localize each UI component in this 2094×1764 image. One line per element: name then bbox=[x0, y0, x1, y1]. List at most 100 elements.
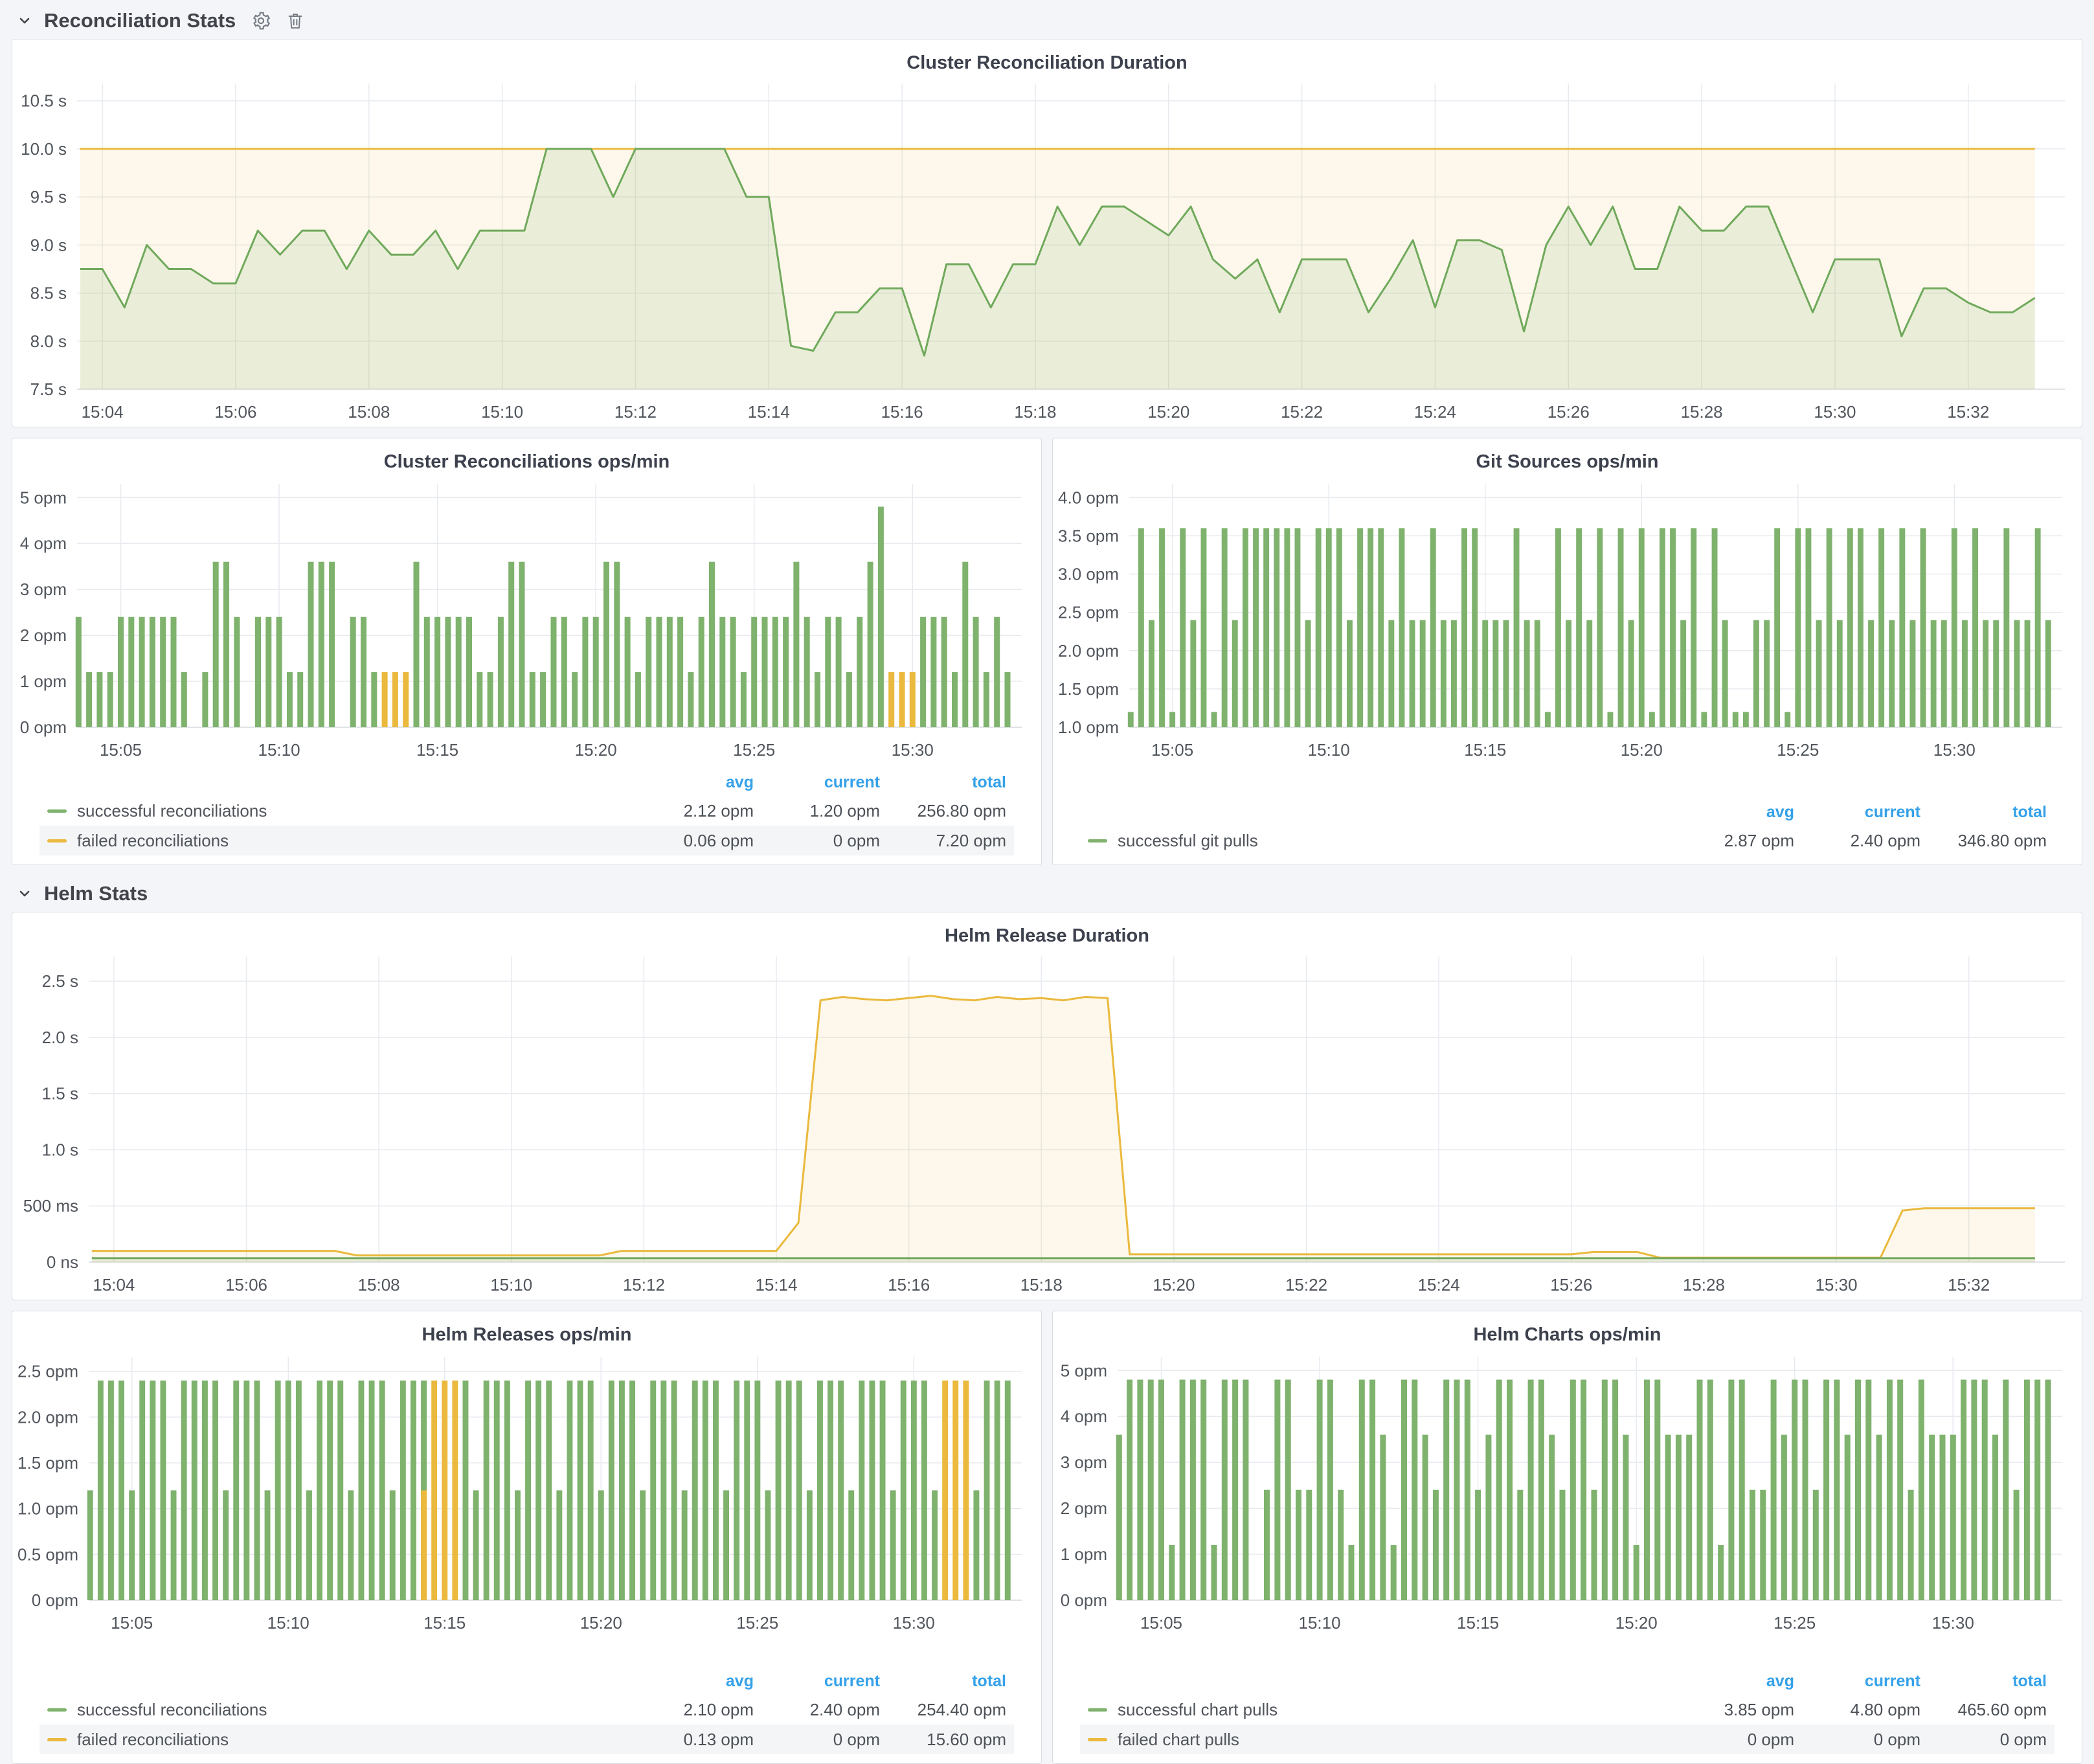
time-series-plot[interactable]: 15:0415:0615:0815:1015:1215:1415:1615:18… bbox=[12, 76, 2082, 427]
legend-series-label[interactable]: failed reconciliations bbox=[77, 1730, 229, 1750]
svg-text:7.5 s: 7.5 s bbox=[30, 379, 67, 399]
panel-title[interactable]: Helm Release Duration bbox=[12, 912, 2082, 949]
svg-text:1.5 opm: 1.5 opm bbox=[1058, 679, 1119, 699]
legend-sort-total[interactable]: total bbox=[1920, 803, 2047, 822]
legend-series-label[interactable]: successful reconciliations bbox=[77, 801, 267, 821]
panel-title[interactable]: Git Sources ops/min bbox=[1053, 438, 2082, 475]
legend-row: successful chart pulls3.85 opm4.80 opm46… bbox=[1080, 1695, 2055, 1724]
svg-text:15:15: 15:15 bbox=[1464, 740, 1506, 760]
svg-text:15:15: 15:15 bbox=[423, 1613, 466, 1633]
series-color-marker bbox=[47, 1738, 67, 1741]
svg-text:1 opm: 1 opm bbox=[1061, 1544, 1107, 1564]
legend: avgcurrenttotalsuccessful chart pulls3.8… bbox=[1080, 1668, 2055, 1763]
svg-text:15:10: 15:10 bbox=[267, 1613, 310, 1633]
series-color-marker bbox=[47, 839, 67, 842]
svg-text:15:20: 15:20 bbox=[575, 740, 617, 760]
svg-text:15:06: 15:06 bbox=[225, 1275, 267, 1295]
panel-cluster-reconciliations-opm: Cluster Reconciliations ops/min 15:0515:… bbox=[12, 438, 1042, 865]
legend-sort-total[interactable]: total bbox=[880, 773, 1006, 792]
svg-text:15:06: 15:06 bbox=[214, 402, 256, 422]
svg-text:15:12: 15:12 bbox=[623, 1275, 665, 1295]
legend-stat-value: 465.60 opm bbox=[1920, 1700, 2047, 1720]
svg-text:15:28: 15:28 bbox=[1681, 402, 1723, 422]
legend-stat-value: 346.80 opm bbox=[1920, 831, 2047, 851]
series-color-marker bbox=[47, 1708, 67, 1712]
svg-text:0 opm: 0 opm bbox=[1061, 1590, 1107, 1610]
legend-series-label[interactable]: successful git pulls bbox=[1118, 831, 1258, 851]
svg-text:15:10: 15:10 bbox=[258, 740, 300, 760]
legend-sort-current[interactable]: current bbox=[754, 1672, 880, 1691]
legend-stat-value: 254.40 opm bbox=[880, 1700, 1006, 1720]
svg-text:5 opm: 5 opm bbox=[1061, 1361, 1107, 1380]
svg-text:15:12: 15:12 bbox=[614, 402, 657, 422]
legend-row: failed reconciliations0.06 opm0 opm7.20 … bbox=[39, 826, 1014, 855]
legend-series-label[interactable]: successful reconciliations bbox=[77, 1700, 267, 1720]
svg-text:2.5 opm: 2.5 opm bbox=[17, 1362, 78, 1381]
gear-icon[interactable] bbox=[251, 11, 271, 30]
legend-sort-current[interactable]: current bbox=[1794, 1672, 1920, 1691]
legend-series-label[interactable]: failed reconciliations bbox=[77, 831, 229, 851]
svg-text:15:25: 15:25 bbox=[733, 740, 775, 760]
legend-sort-avg[interactable]: avg bbox=[1668, 1672, 1794, 1691]
legend-stat-value: 7.20 opm bbox=[880, 831, 1006, 851]
time-series-plot[interactable]: 15:0415:0615:0815:1015:1215:1415:1615:18… bbox=[12, 949, 2082, 1300]
legend-sort-current[interactable]: current bbox=[1794, 803, 1920, 822]
svg-text:15:18: 15:18 bbox=[1014, 402, 1056, 422]
section-header-helm-stats[interactable]: Helm Stats bbox=[12, 873, 2082, 912]
legend-header-row: avgcurrenttotal bbox=[39, 769, 1014, 796]
svg-text:2.5 opm: 2.5 opm bbox=[1058, 603, 1119, 622]
legend-stat-value: 2.40 opm bbox=[754, 1700, 880, 1720]
legend-stat-value: 2.87 opm bbox=[1668, 831, 1794, 851]
svg-text:3 opm: 3 opm bbox=[1061, 1453, 1107, 1472]
svg-text:15:20: 15:20 bbox=[1147, 402, 1189, 422]
legend-sort-total[interactable]: total bbox=[1920, 1672, 2047, 1691]
panel-title[interactable]: Cluster Reconciliations ops/min bbox=[12, 438, 1041, 475]
legend: avgcurrenttotal successful reconciliation… bbox=[39, 1668, 1014, 1763]
svg-text:15:16: 15:16 bbox=[888, 1275, 930, 1295]
legend-stat-value: 4.80 opm bbox=[1794, 1700, 1920, 1720]
svg-text:15:05: 15:05 bbox=[1151, 740, 1193, 760]
legend-header-row: avgcurrenttotal bbox=[1080, 1668, 2055, 1695]
panel-cluster-reconciliation-duration: Cluster Reconciliation Duration 15:0415:… bbox=[12, 39, 2082, 427]
svg-text:15:10: 15:10 bbox=[481, 402, 523, 422]
series-color-marker bbox=[1088, 1738, 1107, 1741]
bar-chart-plot[interactable]: 15:0515:1015:1515:2015:2515:301.0 opm1.5… bbox=[1053, 475, 2082, 763]
legend-sort-avg[interactable]: avg bbox=[1668, 803, 1794, 822]
panel-title[interactable]: Helm Releases ops/min bbox=[12, 1311, 1041, 1348]
svg-text:15:18: 15:18 bbox=[1020, 1275, 1063, 1295]
legend-series-label[interactable]: failed chart pulls bbox=[1118, 1730, 1239, 1750]
svg-text:15:25: 15:25 bbox=[1773, 1613, 1816, 1633]
chart-canvas: 15:0515:1015:1515:2015:2515:300 opm1 opm… bbox=[12, 475, 1041, 763]
legend-row: successful reconciliations2.10 opm2.40 o… bbox=[39, 1695, 1014, 1724]
bar-chart-plot[interactable]: 15:0515:1015:1515:2015:2515:300 opm1 opm… bbox=[1053, 1348, 2082, 1636]
legend: avgcurrenttotal successful git pulls 2.87 … bbox=[1080, 798, 2055, 865]
svg-text:15:10: 15:10 bbox=[490, 1275, 532, 1295]
svg-text:15:10: 15:10 bbox=[1299, 1613, 1341, 1633]
svg-text:15:30: 15:30 bbox=[1932, 1613, 1974, 1633]
bar-chart-plot[interactable]: 15:0515:1015:1515:2015:2515:300 opm1 opm… bbox=[12, 475, 1041, 763]
panel-title[interactable]: Helm Charts ops/min bbox=[1053, 1311, 2082, 1348]
legend-stat-value: 0 opm bbox=[1794, 1730, 1920, 1750]
section-header-reconciliation-stats[interactable]: Reconciliation Stats bbox=[12, 0, 2082, 39]
svg-text:2 opm: 2 opm bbox=[20, 626, 67, 645]
legend-series-label[interactable]: successful chart pulls bbox=[1118, 1700, 1278, 1720]
series-color-marker bbox=[1088, 1708, 1107, 1712]
svg-text:15:20: 15:20 bbox=[1616, 1613, 1658, 1633]
panel-title[interactable]: Cluster Reconciliation Duration bbox=[12, 40, 2082, 76]
svg-text:2.0 opm: 2.0 opm bbox=[1058, 641, 1119, 661]
svg-text:15:25: 15:25 bbox=[1777, 740, 1819, 760]
legend-header-row: avgcurrenttotal bbox=[1080, 798, 2055, 826]
legend-sort-total[interactable]: total bbox=[880, 1672, 1006, 1691]
legend-sort-current[interactable]: current bbox=[754, 773, 880, 792]
svg-text:15:30: 15:30 bbox=[892, 740, 934, 760]
legend-sort-avg[interactable]: avg bbox=[627, 773, 754, 792]
svg-text:8.5 s: 8.5 s bbox=[30, 284, 67, 303]
svg-text:500 ms: 500 ms bbox=[23, 1196, 78, 1216]
bar-chart-plot[interactable]: 15:0515:1015:1515:2015:2515:300 opm0.5 o… bbox=[12, 1348, 1041, 1636]
chart-canvas: 15:0515:1015:1515:2015:2515:301.0 opm1.5… bbox=[1053, 475, 2082, 763]
svg-text:0 opm: 0 opm bbox=[32, 1590, 78, 1610]
svg-text:15:14: 15:14 bbox=[748, 402, 790, 422]
svg-text:15:05: 15:05 bbox=[1140, 1613, 1182, 1633]
trash-icon[interactable] bbox=[286, 12, 304, 30]
legend-sort-avg[interactable]: avg bbox=[627, 1672, 754, 1691]
